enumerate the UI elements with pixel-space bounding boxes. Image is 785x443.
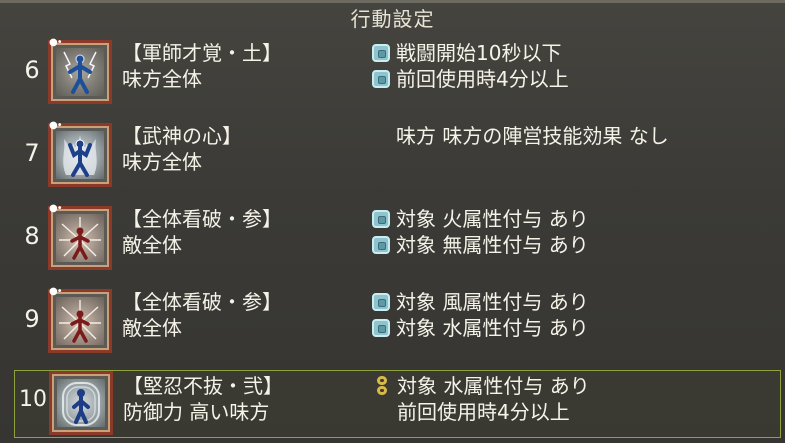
condition-bullet-icon — [372, 236, 390, 254]
condition-bullet-icon — [372, 210, 390, 228]
skill-icon[interactable]: ●• — [48, 203, 112, 270]
condition-line[interactable]: 前回使用時4分以上 — [373, 399, 570, 425]
row-number: 6 — [24, 56, 40, 84]
condition-bullet-icon — [372, 293, 390, 311]
condition-line[interactable]: 対象 風属性付与 あり — [372, 289, 589, 315]
blue-figure-lightning-icon — [63, 51, 97, 94]
skill-icon[interactable] — [49, 371, 113, 435]
action-row-10[interactable]: 10 【堅忍不抜・弐】 防御力 高い味方 対象 水属性付与 あり 前回使用時4分… — [14, 370, 781, 438]
condition-bullet-icon — [372, 319, 390, 337]
sparkle-icon: ●• — [49, 120, 63, 131]
condition-line[interactable]: 戦闘開始10秒以下 — [372, 40, 561, 66]
skill-name: 【全体看破・参】 — [122, 207, 282, 231]
sparkle-icon: ●• — [49, 203, 63, 214]
action-row-8[interactable]: 8 ●• 【全体看破・参】 敵全体 対象 火属性付与 あり 対象 無属性付与 あ… — [0, 203, 785, 274]
skill-name: 【武神の心】 — [122, 124, 242, 148]
window-title: 行動設定 — [350, 7, 435, 31]
row-number: 10 — [19, 387, 47, 412]
row-number: 8 — [24, 222, 40, 250]
condition-bullet-icon — [372, 70, 390, 88]
skill-target: 味方全体 — [122, 150, 202, 174]
chain-link-icon — [373, 376, 391, 395]
skill-icon[interactable]: ●• — [48, 37, 112, 104]
blue-figure-flame-aura-icon — [63, 135, 97, 177]
skill-name: 【軍師才覚・土】 — [122, 41, 282, 65]
condition-bullet-icon — [372, 44, 390, 62]
action-row-6[interactable]: 6 ●• 【軍師才覚・土】 味方全体 戦闘開始10秒以下 前回使用時4分以上 — [0, 37, 785, 108]
condition-line[interactable]: 対象 水属性付与 あり — [372, 315, 589, 341]
row-number: 9 — [24, 305, 40, 333]
condition-line[interactable]: 前回使用時4分以上 — [372, 66, 569, 92]
condition-line[interactable]: 味方 味方の陣営技能効果 なし — [372, 123, 669, 149]
condition-line[interactable]: 対象 水属性付与 あり — [373, 373, 590, 399]
row-number: 7 — [24, 139, 40, 167]
skill-target: 敵全体 — [122, 316, 182, 340]
skill-target: 防御力 高い味方 — [123, 400, 270, 424]
red-figure-burst-icon — [59, 300, 101, 343]
skill-icon[interactable]: ●• — [48, 286, 112, 353]
condition-line[interactable]: 対象 無属性付与 あり — [372, 232, 589, 258]
skill-name: 【堅忍不抜・弐】 — [123, 374, 283, 398]
top-border — [0, 0, 785, 3]
skill-icon[interactable]: ●• — [48, 120, 112, 187]
sparkle-icon: ●• — [49, 286, 63, 297]
blue-figure-shield-aura-icon — [62, 382, 100, 426]
red-figure-burst-icon — [59, 217, 101, 260]
skill-name: 【全体看破・参】 — [122, 290, 282, 314]
sparkle-icon: ●• — [49, 37, 63, 48]
condition-line[interactable]: 対象 火属性付与 あり — [372, 206, 589, 232]
action-row-7[interactable]: 7 ●• 【武神の心】 味方全体 味方 味方の陣営技能効果 なし — [0, 120, 785, 191]
skill-target: 味方全体 — [122, 67, 202, 91]
skill-target: 敵全体 — [122, 233, 182, 257]
action-row-9[interactable]: 9 ●• 【全体看破・参】 敵全体 対象 風属性付与 あり 対象 水属性付与 あ… — [0, 286, 785, 357]
